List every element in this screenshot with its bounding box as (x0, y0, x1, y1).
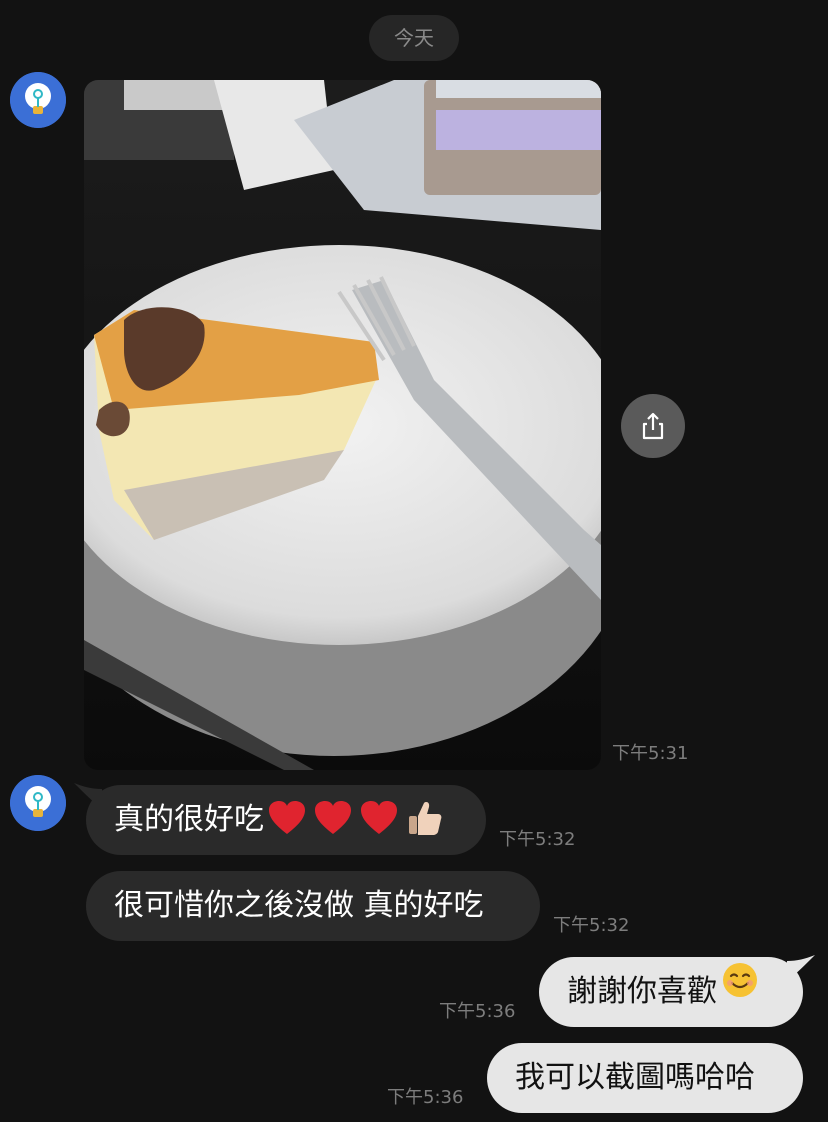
timestamp: 下午5:32 (553, 915, 630, 936)
timestamp: 下午5:36 (387, 1087, 464, 1108)
timestamp: 下午5:32 (499, 829, 576, 850)
red-heart-icon (315, 800, 351, 834)
thumbs-up-icon (409, 801, 442, 835)
share-icon (642, 412, 664, 440)
image-message[interactable] (84, 80, 601, 770)
message-text: 謝謝你喜歡 (567, 974, 717, 1009)
emoji-group (268, 799, 444, 837)
message-text: 真的很好吃 (114, 802, 264, 837)
share-button[interactable] (621, 394, 685, 458)
lightbulb-icon (10, 775, 66, 831)
smiling-face-icon (721, 955, 759, 1025)
message-text: 我可以截圖嗎哈哈 (515, 1060, 755, 1095)
cheesecake-photo (84, 80, 601, 770)
bubble-tail (74, 783, 102, 809)
lightbulb-icon (10, 72, 66, 128)
outgoing-message-bubble[interactable]: 謝謝你喜歡 (539, 955, 815, 1027)
timestamp: 下午5:36 (439, 1001, 516, 1022)
bubble-tail (787, 955, 815, 981)
incoming-message-bubble[interactable]: 真的很好吃 (74, 783, 486, 855)
red-heart-icon (269, 800, 305, 834)
timestamp: 下午5:31 (612, 743, 689, 764)
contact-avatar[interactable] (10, 775, 66, 831)
contact-avatar[interactable] (10, 72, 66, 128)
red-heart-icon (361, 800, 397, 834)
outgoing-message-bubble[interactable]: 我可以截圖嗎哈哈 (487, 1043, 803, 1113)
message-text: 很可惜你之後沒做 真的好吃 (114, 888, 484, 923)
incoming-message-bubble[interactable]: 很可惜你之後沒做 真的好吃 (86, 871, 540, 941)
date-divider: 今天 (369, 15, 459, 61)
